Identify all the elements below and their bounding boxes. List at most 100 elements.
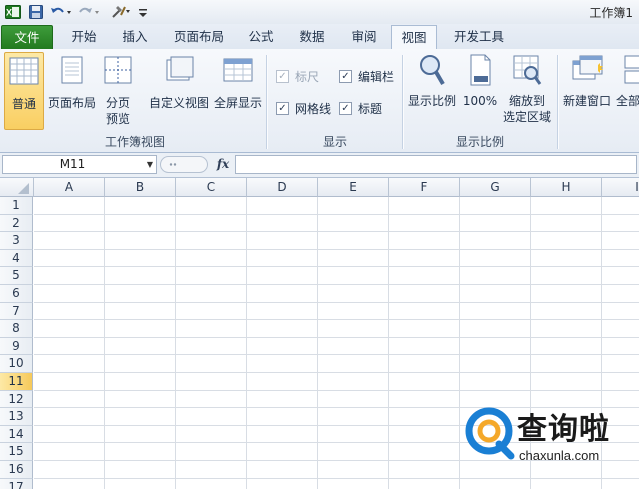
grid-cell[interactable] — [247, 267, 318, 285]
name-box[interactable]: M11 ▼ — [2, 155, 157, 174]
tab-view[interactable]: 视图 — [391, 25, 437, 50]
grid-cell[interactable] — [247, 390, 318, 409]
grid-cell[interactable] — [531, 320, 602, 338]
row-header[interactable]: 14 — [0, 425, 33, 444]
grid-cell[interactable] — [247, 408, 318, 426]
custom-views-button[interactable]: 自定义视图 — [147, 52, 211, 130]
grid-cell[interactable] — [247, 461, 318, 479]
grid-cell[interactable] — [460, 337, 531, 356]
zoom-100-button[interactable]: 100% — [460, 52, 500, 130]
column-header[interactable]: G — [460, 178, 531, 197]
column-header[interactable]: F — [389, 178, 460, 197]
grid-cell[interactable] — [318, 302, 389, 321]
grid-cell[interactable] — [389, 197, 460, 215]
grid-cell[interactable] — [531, 478, 602, 489]
grid-cell[interactable] — [389, 267, 460, 285]
grid-cell[interactable] — [176, 355, 247, 373]
save-icon[interactable] — [27, 3, 45, 21]
grid-cell[interactable] — [389, 373, 460, 391]
new-window-button[interactable]: 新建窗口 — [561, 52, 613, 130]
page-break-preview-button[interactable]: 分页 预览 — [99, 52, 137, 130]
tools-icon[interactable] — [108, 3, 134, 21]
headings-checkbox-row[interactable]: ✓ 标题 — [339, 100, 382, 117]
grid-cell[interactable] — [105, 232, 176, 250]
grid-cell[interactable] — [318, 373, 389, 391]
chevron-down-icon[interactable]: ▼ — [147, 156, 153, 173]
ruler-checkbox-row[interactable]: ✓ 标尺 — [276, 68, 319, 85]
row-header[interactable]: 6 — [0, 285, 33, 303]
grid-cell[interactable] — [602, 303, 639, 321]
grid-cell[interactable] — [34, 390, 105, 409]
row-header[interactable]: 11 — [0, 373, 33, 391]
grid-cell[interactable] — [34, 337, 105, 356]
grid-cell[interactable] — [531, 249, 602, 268]
grid-cell[interactable] — [318, 478, 389, 489]
grid-cell[interactable] — [34, 425, 105, 444]
grid-cell[interactable] — [34, 197, 105, 215]
grid-cell[interactable] — [176, 337, 247, 356]
grid-cell[interactable] — [389, 390, 460, 409]
grid-cell[interactable] — [460, 214, 531, 233]
grid-cell[interactable] — [389, 320, 460, 338]
grid-cell[interactable] — [602, 232, 639, 250]
grid-cell[interactable] — [105, 285, 176, 303]
grid-cell[interactable] — [176, 478, 247, 489]
grid-cell[interactable] — [389, 285, 460, 303]
grid-cell[interactable] — [247, 285, 318, 303]
insert-function-icon[interactable]: fx — [213, 156, 233, 173]
grid-cell[interactable] — [460, 320, 531, 338]
grid-cell[interactable] — [318, 232, 389, 250]
grid-cell[interactable] — [389, 461, 460, 479]
grid-cell[interactable] — [531, 285, 602, 303]
grid-cell[interactable] — [176, 390, 247, 409]
tab-review[interactable]: 审阅 — [342, 25, 386, 49]
grid-cell[interactable] — [389, 443, 460, 461]
grid-cell[interactable] — [176, 232, 247, 250]
grid-cell[interactable] — [460, 478, 531, 489]
grid-cell[interactable] — [247, 337, 318, 356]
grid-cell[interactable] — [460, 249, 531, 268]
grid-cell[interactable] — [602, 479, 639, 489]
grid-cell[interactable] — [460, 267, 531, 285]
grid-cell[interactable] — [34, 478, 105, 489]
row-header[interactable]: 1 — [0, 197, 33, 215]
grid-cell[interactable] — [176, 249, 247, 268]
grid-cell[interactable] — [460, 355, 531, 373]
tab-formulas[interactable]: 公式 — [240, 25, 282, 49]
grid-cell[interactable] — [602, 215, 639, 233]
grid-cell[interactable] — [531, 302, 602, 321]
grid-cell[interactable] — [460, 302, 531, 321]
row-header[interactable]: 5 — [0, 267, 33, 285]
gridlines-checkbox-row[interactable]: ✓ 网格线 — [276, 100, 331, 117]
normal-view-button[interactable]: 普通 — [4, 52, 44, 130]
grid-cell[interactable] — [105, 443, 176, 461]
grid-cell[interactable] — [602, 197, 639, 215]
customize-toolbar-icon[interactable] — [137, 3, 149, 21]
checkbox[interactable]: ✓ — [276, 102, 289, 115]
grid-cell[interactable] — [602, 285, 639, 303]
grid-cell[interactable] — [318, 443, 389, 461]
formula-bar-resize-handle[interactable] — [160, 156, 208, 173]
grid-cell[interactable] — [318, 285, 389, 303]
tab-file[interactable]: 文件 — [1, 25, 53, 49]
grid-cell[interactable] — [602, 320, 639, 338]
tab-developer[interactable]: 开发工具 — [446, 25, 512, 49]
checkbox[interactable]: ✓ — [339, 102, 352, 115]
column-header[interactable]: D — [247, 178, 318, 197]
grid-cell[interactable] — [105, 355, 176, 373]
row-header[interactable]: 17 — [0, 478, 33, 489]
grid-cell[interactable] — [389, 249, 460, 268]
grid-cell[interactable] — [105, 408, 176, 426]
formula-bar-checkbox-row[interactable]: ✓ 编辑栏 — [339, 68, 394, 85]
grid-cell[interactable] — [176, 214, 247, 233]
grid-cell[interactable] — [34, 443, 105, 461]
grid-cell[interactable] — [318, 214, 389, 233]
full-screen-button[interactable]: 全屏显示 — [212, 52, 264, 130]
grid-cell[interactable] — [389, 478, 460, 489]
grid-cell[interactable] — [602, 355, 639, 373]
grid-cell[interactable] — [531, 214, 602, 233]
grid-cell[interactable] — [105, 390, 176, 409]
zoom-button[interactable]: 显示比例 — [406, 52, 458, 130]
grid-cell[interactable] — [247, 443, 318, 461]
grid-cell[interactable] — [105, 197, 176, 215]
